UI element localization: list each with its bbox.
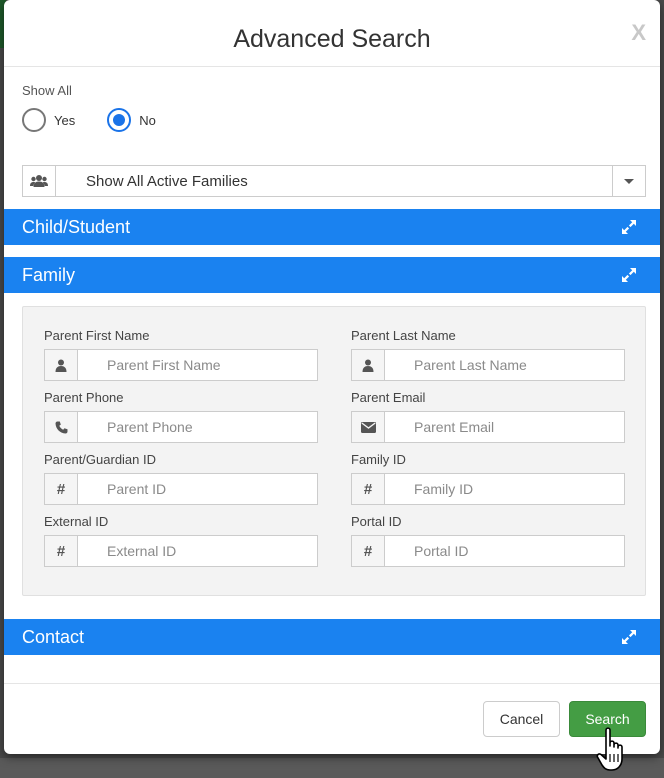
input-group: # — [351, 473, 625, 505]
parent-first-name-input[interactable] — [78, 350, 317, 380]
parent-email-field: Parent Email — [351, 389, 625, 443]
show-all-label: Show All — [22, 83, 72, 98]
section-family[interactable]: Family — [4, 257, 660, 293]
background-bottom — [0, 758, 664, 778]
input-group — [44, 411, 318, 443]
modal-title: Advanced Search — [233, 25, 431, 53]
modal-footer: Cancel Search — [4, 683, 660, 754]
parent-phone-input[interactable] — [78, 412, 317, 442]
show-all-no-label: No — [139, 112, 156, 128]
close-button[interactable]: X — [631, 20, 646, 46]
hand-pointer-cursor-icon — [596, 727, 623, 771]
input-group — [351, 411, 625, 443]
portal-id-field: Portal ID # — [351, 513, 625, 567]
input-group — [351, 349, 625, 381]
user-icon — [352, 350, 385, 380]
envelope-icon — [352, 412, 385, 442]
hash-icon: # — [45, 536, 78, 566]
input-group: # — [44, 473, 318, 505]
parent-guardian-id-field: Parent/Guardian ID # — [44, 451, 318, 505]
input-group — [44, 349, 318, 381]
section-contact[interactable]: Contact — [4, 619, 660, 655]
family-id-field: Family ID # — [351, 451, 625, 505]
input-group: # — [44, 535, 318, 567]
section-child-student[interactable]: Child/Student — [4, 209, 660, 245]
field-label: Parent Phone — [44, 390, 124, 405]
field-label: Parent Last Name — [351, 328, 456, 343]
field-label: Portal ID — [351, 514, 402, 529]
show-all-yes-label: Yes — [54, 112, 76, 128]
phone-icon — [45, 412, 78, 442]
cancel-button[interactable]: Cancel — [483, 701, 560, 737]
expand-icon[interactable] — [620, 266, 638, 284]
input-group: # — [351, 535, 625, 567]
parent-last-name-input[interactable] — [385, 350, 624, 380]
family-filter-select[interactable]: Show All Active Families — [22, 165, 646, 197]
section-family-title: Family — [22, 264, 75, 285]
field-label: Parent/Guardian ID — [44, 452, 157, 467]
hash-icon: # — [45, 474, 78, 504]
show-all-radio-group: Yes No — [22, 108, 156, 132]
external-id-input[interactable] — [78, 536, 317, 566]
hash-icon: # — [352, 536, 385, 566]
show-all-no-radio[interactable] — [107, 108, 132, 132]
parent-email-input[interactable] — [385, 412, 624, 442]
parent-first-name-field: Parent First Name — [44, 327, 318, 381]
chevron-down-icon[interactable] — [612, 166, 645, 196]
section-contact-title: Contact — [22, 626, 85, 647]
field-label: Parent First Name — [44, 328, 150, 343]
parent-phone-field: Parent Phone — [44, 389, 318, 443]
parent-last-name-field: Parent Last Name — [351, 327, 625, 381]
family-id-input[interactable] — [385, 474, 624, 504]
external-id-field: External ID # — [44, 513, 318, 567]
portal-id-input[interactable] — [385, 536, 624, 566]
family-filter-value: Show All Active Families — [86, 173, 248, 190]
user-icon — [45, 350, 78, 380]
expand-icon[interactable] — [620, 628, 638, 646]
expand-icon[interactable] — [620, 218, 638, 236]
modal-header: Advanced Search X — [4, 0, 660, 67]
advanced-search-modal: Advanced Search X Show All Yes No Show A… — [4, 0, 660, 754]
field-label: Parent Email — [351, 390, 426, 405]
family-panel: Parent First Name Parent Last Name Paren… — [22, 306, 646, 596]
hash-icon: # — [352, 474, 385, 504]
show-all-yes-radio[interactable] — [22, 108, 46, 132]
users-icon — [23, 166, 56, 196]
field-label: External ID — [44, 514, 109, 529]
field-label: Family ID — [351, 452, 406, 467]
section-child-student-title: Child/Student — [22, 216, 131, 237]
parent-id-input[interactable] — [78, 474, 317, 504]
